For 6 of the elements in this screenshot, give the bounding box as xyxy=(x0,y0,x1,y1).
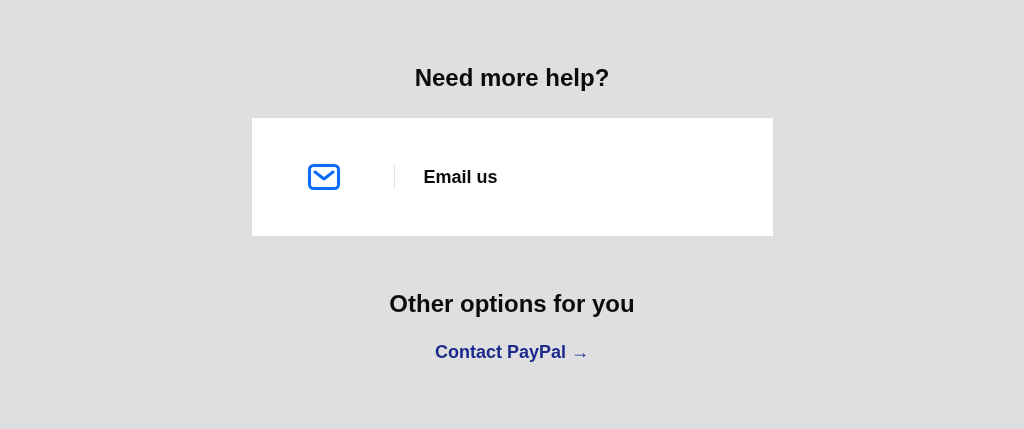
help-heading: Need more help? xyxy=(414,63,610,93)
envelope-icon xyxy=(307,164,340,190)
contact-card[interactable]: Email us xyxy=(251,118,773,236)
contact-link[interactable]: Contact PayPal → xyxy=(434,342,589,363)
options-heading: Other options for you xyxy=(389,289,635,319)
email-label: Email us xyxy=(423,166,498,188)
